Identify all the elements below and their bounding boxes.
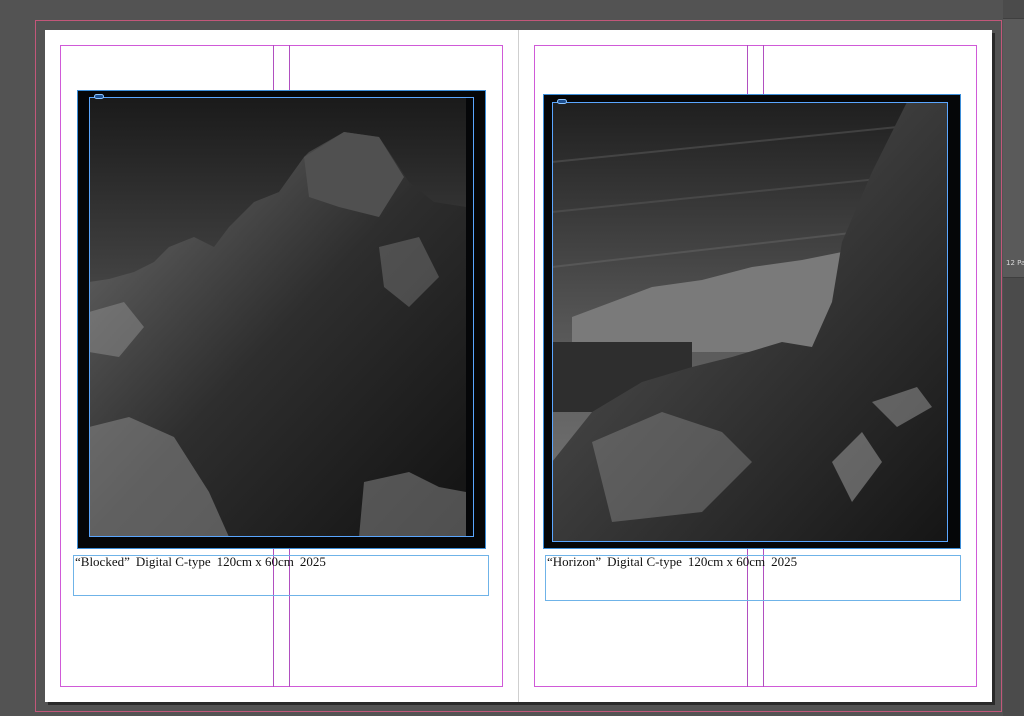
left-content-grabber[interactable] (94, 94, 104, 99)
right-caption-frame[interactable]: “Horizon” Digital C-type 120cm x 60cm 2025 (545, 554, 961, 601)
left-caption-text[interactable]: “Blocked” Digital C-type 120cm x 60cm 2025 (75, 554, 332, 570)
right-caption-year: 2025 (771, 554, 798, 569)
left-caption-medium: Digital C-type (135, 554, 211, 569)
left-caption-frame[interactable]: “Blocked” Digital C-type 120cm x 60cm 2025 (73, 554, 489, 596)
left-caption-title: “Blocked” (75, 554, 130, 569)
right-content-grabber[interactable] (557, 99, 567, 104)
right-caption-medium: Digital C-type (607, 554, 682, 569)
pages-panel-tab[interactable] (1003, 18, 1024, 278)
right-image-content-frame (552, 102, 948, 542)
right-caption-size: 120cm x 60cm (687, 554, 766, 569)
right-caption-text[interactable]: “Horizon” Digital C-type 120cm x 60cm 2025 (547, 554, 803, 570)
left-caption-year: 2025 (299, 554, 326, 569)
left-caption-size: 120cm x 60cm (216, 554, 294, 569)
left-image-content-frame (89, 97, 474, 537)
right-caption-title: “Horizon” (547, 554, 602, 569)
pages-panel-label[interactable]: 12 Pa (1006, 259, 1024, 267)
